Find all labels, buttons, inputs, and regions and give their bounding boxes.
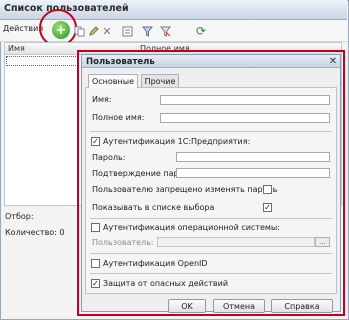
separator [90,218,332,219]
filter-clear-icon[interactable] [158,24,172,38]
name-field[interactable] [160,95,330,105]
show-in-list-checkbox[interactable]: ✓ [263,203,272,212]
protection-label: Защита от опасных действий [103,279,229,288]
table-row[interactable] [6,56,78,66]
separator [90,273,332,274]
password-field[interactable] [176,152,330,162]
fullname-field[interactable] [160,113,330,123]
filter-icon[interactable] [140,24,154,38]
os-user-field[interactable] [157,237,315,247]
fullname-label: Полное имя: [92,113,145,122]
confirm-password-field[interactable] [176,168,330,178]
delete-icon[interactable]: ✕ [100,24,114,38]
auth-1c-label: Аутентификация 1С:Предприятия: [103,137,251,146]
filter-label: Отбор: [5,212,34,221]
password-label: Пароль: [92,153,126,162]
forbid-change-label: Пользователю запрещено изменять пароль [92,185,278,194]
auth-openid-label: Аутентификация OpenID [103,259,208,268]
ok-button[interactable]: OK [168,299,206,313]
cancel-button[interactable]: Отмена [213,299,265,313]
separator [90,131,332,132]
user-dialog-title: Пользователь [86,57,155,67]
auth-openid-checkbox[interactable] [91,259,100,268]
name-label: Имя: [92,95,112,104]
os-user-select-button[interactable]: ... [315,237,330,247]
separator [90,253,332,254]
actions-menu[interactable]: Действия [3,24,43,33]
tab-other[interactable]: Прочие [141,74,179,87]
os-user-label: Пользователь: [92,238,154,247]
auth-os-label: Аутентификация операционной системы: [103,223,280,232]
help-button[interactable]: Справка [271,299,333,313]
tab-main[interactable]: Основные [88,74,138,88]
edit-icon[interactable] [86,24,100,38]
show-in-list-label: Показывать в списке выбора [92,203,215,212]
count-label: Количество: 0 [5,228,65,237]
protection-checkbox[interactable]: ✓ [91,279,100,288]
list-icon[interactable] [120,24,134,38]
auth-1c-checkbox[interactable]: ✓ [91,137,100,146]
refresh-icon[interactable]: ⟳ [194,24,208,38]
auth-os-checkbox[interactable] [91,223,100,232]
column-name[interactable]: Имя [8,44,25,53]
forbid-change-checkbox[interactable] [263,185,272,194]
copy-icon[interactable] [72,24,86,38]
add-icon[interactable]: + [52,21,70,39]
close-icon[interactable]: ✕ [327,55,339,67]
